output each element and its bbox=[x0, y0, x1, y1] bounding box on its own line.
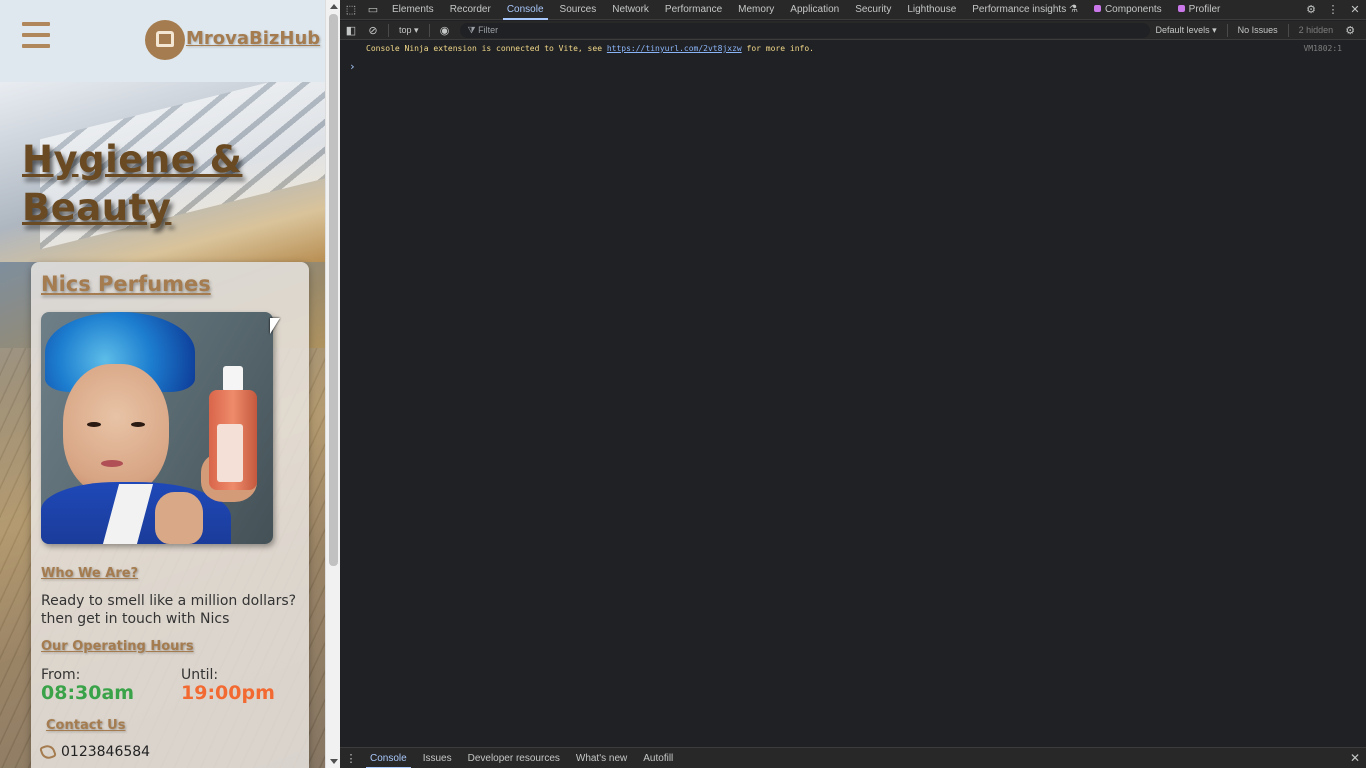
context-selector[interactable]: top ▾ bbox=[393, 25, 425, 36]
contact-heading: Contact Us bbox=[46, 718, 126, 733]
tab-application[interactable]: Application bbox=[782, 0, 847, 20]
page-scrollbar[interactable] bbox=[325, 0, 340, 768]
filter-icon: ⧩ bbox=[467, 24, 479, 35]
business-photo bbox=[41, 312, 273, 544]
who-we-are-heading: Who We Are? bbox=[41, 566, 139, 581]
tab-console[interactable]: Console bbox=[499, 0, 552, 20]
react-icon bbox=[1093, 5, 1101, 13]
tab-performance-insights[interactable]: Performance insights ⚗ bbox=[964, 0, 1086, 20]
filter-input[interactable]: ⧩ Filter bbox=[459, 22, 1150, 38]
scrollbar-thumb[interactable] bbox=[329, 14, 338, 566]
react-icon bbox=[1177, 5, 1185, 13]
phone-row[interactable]: 0123846584 bbox=[39, 743, 150, 761]
tab-elements[interactable]: Elements bbox=[384, 0, 442, 20]
console-message-prefix: Console Ninja extension is connected to … bbox=[366, 44, 603, 53]
business-card: Nics Perfumes Who We Are? Ready to smell… bbox=[31, 262, 309, 768]
context-value: top bbox=[399, 24, 412, 35]
tab-performance-insights-label: Performance insights bbox=[972, 3, 1067, 15]
console-prompt[interactable]: › bbox=[349, 60, 356, 73]
devtools-panel: ⬚ ▭ Elements Recorder Console Sources Ne… bbox=[340, 0, 1366, 768]
flask-icon: ⚗ bbox=[1068, 3, 1078, 15]
operating-hours-heading: Our Operating Hours bbox=[41, 639, 194, 654]
hidden-count: 2 hidden bbox=[1298, 25, 1334, 35]
close-icon[interactable]: ✕ bbox=[1344, 0, 1366, 20]
scroll-up-icon[interactable] bbox=[330, 4, 338, 9]
issues-counter[interactable]: No Issues bbox=[1232, 25, 1284, 35]
mouse-cursor-icon bbox=[270, 318, 280, 334]
log-levels-dropdown[interactable]: Default levels ▾ bbox=[1150, 25, 1223, 36]
drawer-tab-console[interactable]: Console bbox=[362, 748, 415, 768]
drawer-menu-icon[interactable]: ⋮ bbox=[340, 748, 362, 768]
site-header: MrovaBizHub bbox=[0, 0, 325, 82]
tab-recorder[interactable]: Recorder bbox=[442, 0, 499, 20]
console-message-suffix: for more info. bbox=[746, 44, 814, 53]
console-message-link[interactable]: https://tinyurl.com/2vt8jxzw bbox=[607, 44, 742, 53]
until-label: Until: bbox=[181, 667, 219, 683]
page-viewport: MrovaBizHub Hygiene & Beauty Nics Perfum… bbox=[0, 0, 325, 768]
tab-components[interactable]: Components bbox=[1086, 0, 1170, 20]
tab-network[interactable]: Network bbox=[604, 0, 657, 20]
log-levels-label: Default levels bbox=[1155, 24, 1210, 35]
who-we-are-text: Ready to smell like a million dollars? t… bbox=[41, 593, 297, 627]
until-time: 19:00pm bbox=[181, 682, 275, 704]
settings-gear-icon[interactable]: ⚙ bbox=[1300, 0, 1322, 20]
logo-icon[interactable] bbox=[145, 20, 185, 60]
business-name[interactable]: Nics Perfumes bbox=[41, 272, 211, 296]
tab-components-label: Components bbox=[1104, 3, 1162, 15]
devtools-tabbar: ⬚ ▭ Elements Recorder Console Sources Ne… bbox=[340, 0, 1366, 20]
drawer-close-icon[interactable]: ✕ bbox=[1350, 751, 1360, 765]
tab-memory[interactable]: Memory bbox=[730, 0, 782, 20]
drawer-tab-autofill[interactable]: Autofill bbox=[635, 748, 681, 768]
console-toolbar: ◧ ⊘ top ▾ ◉ ⧩ Filter Default levels ▾ No… bbox=[340, 21, 1366, 40]
from-time: 08:30am bbox=[41, 682, 135, 704]
console-message-source[interactable]: VM1802:1 bbox=[1303, 44, 1342, 53]
drawer-tab-issues[interactable]: Issues bbox=[415, 748, 460, 768]
tab-profiler-label: Profiler bbox=[1188, 3, 1221, 15]
clear-console-icon[interactable]: ⊘ bbox=[362, 20, 384, 40]
live-expression-eye-icon[interactable]: ◉ bbox=[434, 20, 456, 40]
tab-security[interactable]: Security bbox=[847, 0, 899, 20]
console-message: Console Ninja extension is connected to … bbox=[366, 44, 814, 53]
logo-text[interactable]: MrovaBizHub bbox=[186, 28, 320, 49]
tab-performance[interactable]: Performance bbox=[657, 0, 730, 20]
more-options-icon[interactable]: ⋮ bbox=[1322, 0, 1344, 20]
scroll-down-icon[interactable] bbox=[330, 759, 338, 764]
drawer-tab-developer-resources[interactable]: Developer resources bbox=[460, 748, 568, 768]
hamburger-menu-icon[interactable] bbox=[22, 22, 50, 48]
tab-sources[interactable]: Sources bbox=[552, 0, 605, 20]
devtools-drawer: ⋮ Console Issues Developer resources Wha… bbox=[340, 747, 1366, 768]
inspect-element-icon[interactable]: ⬚ bbox=[340, 0, 362, 20]
tab-lighthouse[interactable]: Lighthouse bbox=[899, 0, 964, 20]
tab-profiler[interactable]: Profiler bbox=[1170, 0, 1229, 20]
drawer-tab-whats-new[interactable]: What's new bbox=[568, 748, 635, 768]
device-toolbar-icon[interactable]: ▭ bbox=[362, 0, 384, 20]
console-settings-icon[interactable]: ⚙ bbox=[1339, 20, 1361, 40]
sidebar-toggle-icon[interactable]: ◧ bbox=[340, 20, 362, 40]
from-label: From: bbox=[41, 667, 81, 683]
phone-icon bbox=[39, 743, 57, 761]
phone-number[interactable]: 0123846584 bbox=[61, 744, 150, 760]
page-title: Hygiene & Beauty bbox=[22, 138, 243, 229]
filter-placeholder: Filter bbox=[478, 25, 499, 35]
